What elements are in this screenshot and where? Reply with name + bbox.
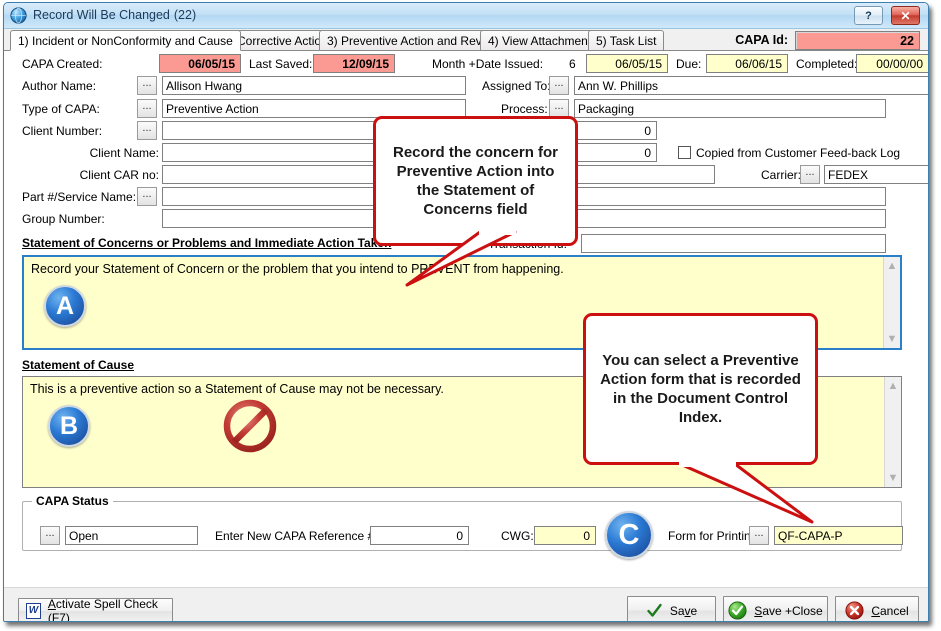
process-field[interactable]: Packaging: [574, 99, 886, 118]
numeric-field-1[interactable]: 0: [574, 121, 657, 140]
scroll-up-icon-2[interactable]: ▲: [885, 378, 901, 394]
part-service-name-label: Part #/Service Name:: [22, 190, 136, 204]
scroll-down-icon[interactable]: ▼: [884, 331, 900, 347]
window-title: Record Will Be Changed(22): [33, 8, 196, 22]
last-saved-field[interactable]: 12/09/15: [313, 54, 395, 73]
client-number-picker[interactable]: [137, 121, 157, 140]
type-of-capa-picker[interactable]: [137, 99, 157, 118]
badge-b: B: [48, 405, 90, 447]
save-close-button[interactable]: Save +Close: [723, 596, 828, 622]
client-name-label: Client Name:: [22, 146, 159, 160]
client-number-label: Client Number:: [22, 124, 102, 138]
due-field[interactable]: 06/06/15: [706, 54, 788, 73]
carrier-field[interactable]: FEDEX: [824, 165, 929, 184]
spell-check-label: Activate Spell Check (F7): [48, 597, 172, 622]
capa-created-field[interactable]: 06/05/15: [159, 54, 241, 73]
author-name-label: Author Name:: [22, 79, 96, 93]
red-x-circle-icon: [845, 601, 864, 620]
cancel-button[interactable]: Cancel: [835, 596, 919, 622]
tab-task-list[interactable]: 5) Task List: [588, 30, 664, 51]
carrier-label: Carrier:: [761, 168, 801, 182]
process-label: Process:: [501, 102, 548, 116]
carrier-picker[interactable]: [800, 165, 820, 184]
window-title-count: (22): [170, 8, 196, 22]
window-titlebar: Record Will Be Changed(22) ? ✕: [4, 3, 928, 29]
statement-cause-header: Statement of Cause: [22, 358, 134, 372]
cause-scrollbar[interactable]: ▲ ▼: [884, 377, 901, 487]
month-number: 6: [569, 57, 576, 71]
callout-select-form: You can select a Preventive Action form …: [583, 313, 818, 465]
assigned-to-picker[interactable]: [549, 76, 569, 95]
tab-incident-nonconformity[interactable]: 1) Incident or NonConformity and Cause: [10, 30, 241, 51]
last-saved-label: Last Saved:: [249, 57, 312, 71]
save-close-label: Save +Close: [754, 604, 822, 618]
globe-icon: [10, 7, 27, 24]
month-date-issued-label: Month +Date Issued:: [432, 57, 543, 71]
carrier-aux-field[interactable]: [574, 165, 715, 184]
close-button[interactable]: ✕: [891, 6, 920, 25]
dialog-footer: W Activate Spell Check (F7) Save: [4, 587, 928, 622]
client-car-no-label: Client CAR no:: [22, 168, 159, 182]
cancel-label: Cancel: [871, 604, 908, 618]
completed-label: Completed:: [796, 57, 857, 71]
callout-record-concern: Record the concern for Preventive Action…: [373, 116, 578, 246]
capa-id-value: 22: [795, 31, 920, 50]
numeric-field-2[interactable]: 0: [574, 143, 657, 162]
cwg-label: CWG:: [501, 529, 534, 543]
app-root: Record Will Be Changed(22) ? ✕ 1) Incide…: [0, 0, 941, 631]
capa-created-label: CAPA Created:: [22, 57, 102, 71]
assigned-to-label: Assigned To:: [482, 79, 551, 93]
new-capa-reference-field[interactable]: 0: [370, 526, 469, 545]
assigned-to-field[interactable]: Ann W. Phillips: [574, 76, 929, 95]
badge-a: A: [44, 285, 86, 327]
window-title-text: Record Will Be Changed: [33, 8, 170, 22]
scroll-up-icon[interactable]: ▲: [884, 258, 900, 274]
capa-status-title: CAPA Status: [32, 494, 113, 508]
help-button[interactable]: ?: [854, 6, 883, 25]
capa-id-label: CAPA Id:: [735, 33, 788, 47]
copied-from-feedback-label: Copied from Customer Feed-back Log: [696, 146, 900, 160]
author-name-field[interactable]: Allison Hwang: [162, 76, 466, 95]
copied-from-feedback-checkbox[interactable]: [678, 146, 691, 159]
author-name-picker[interactable]: [137, 76, 157, 95]
callout-1-text: Record the concern for Preventive Action…: [376, 139, 575, 223]
part-service-aux-field[interactable]: [574, 187, 886, 206]
statement-concerns-header: Statement of Concerns or Problems and Im…: [22, 236, 391, 250]
callout-2-text: You can select a Preventive Action form …: [586, 347, 815, 431]
callout-2-tail: [640, 462, 830, 532]
checkmark-icon: [646, 602, 663, 619]
statement-cause-text: This is a preventive action so a Stateme…: [30, 382, 444, 396]
spell-check-rest: ctivate Spell Check (F7): [48, 597, 158, 622]
callout-1-tail: [395, 230, 525, 290]
tab-view-attachments[interactable]: 4) View Attachments: [480, 30, 605, 51]
group-number-label: Group Number:: [22, 212, 105, 226]
completed-field[interactable]: 00/00/00: [856, 54, 929, 73]
capa-status-field[interactable]: Open: [65, 526, 198, 545]
transaction-id-field[interactable]: [581, 234, 886, 253]
type-of-capa-label: Type of CAPA:: [22, 102, 100, 116]
save-label: Save: [670, 604, 697, 618]
no-entry-icon: [223, 399, 277, 453]
concerns-scrollbar[interactable]: ▲ ▼: [883, 257, 900, 348]
new-capa-reference-label: Enter New CAPA Reference #:: [215, 529, 378, 543]
capa-status-picker[interactable]: [40, 526, 60, 545]
date-issued-field[interactable]: 06/05/15: [586, 54, 668, 73]
word-icon: W: [26, 603, 41, 619]
due-label: Due:: [676, 57, 701, 71]
activate-spell-check-button[interactable]: W Activate Spell Check (F7): [18, 598, 173, 622]
save-button[interactable]: Save: [627, 596, 716, 622]
part-service-picker[interactable]: [137, 187, 157, 206]
group-number-aux-field[interactable]: [574, 209, 886, 228]
scroll-down-icon-2[interactable]: ▼: [885, 470, 901, 486]
tab-strip: 1) Incident or NonConformity and Cause 2…: [4, 29, 928, 51]
green-check-circle-icon: [728, 601, 747, 620]
cwg-field[interactable]: 0: [534, 526, 596, 545]
